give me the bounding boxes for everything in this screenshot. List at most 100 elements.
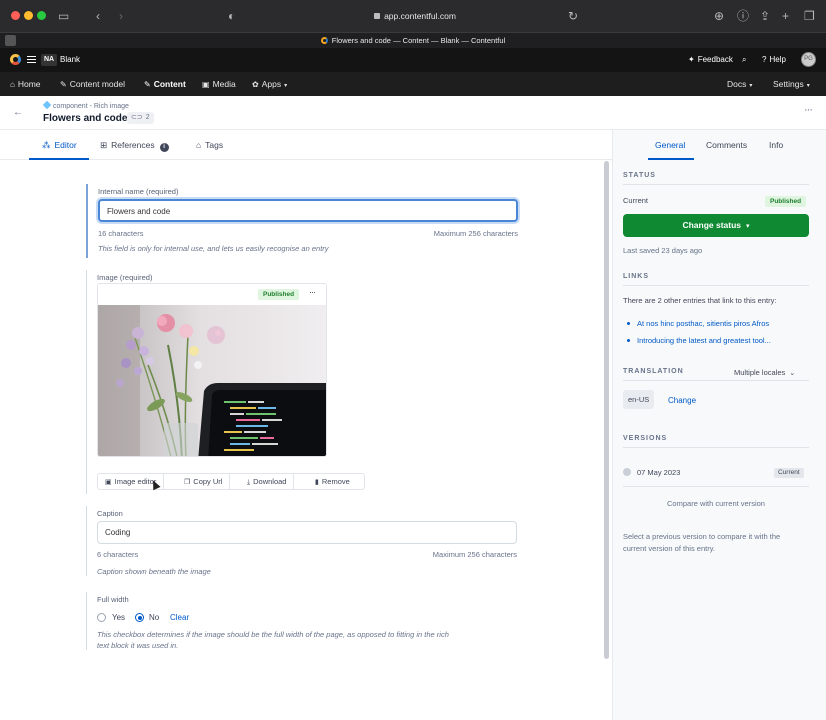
more-options-icon[interactable]: ··· (804, 104, 813, 116)
contentful-favicon-icon (320, 37, 328, 44)
minimize-window-button[interactable] (24, 11, 33, 20)
avatar[interactable]: PG (801, 52, 816, 67)
back-nav-icon[interactable]: ‹ (96, 8, 100, 24)
nav-apps[interactable]: ✿ Apps ▾ (252, 78, 287, 92)
reference-count-badge[interactable]: ⊂⊃ 2 (127, 112, 154, 124)
radio-yes[interactable] (97, 613, 106, 622)
shield-icon[interactable]: ◐ (228, 8, 235, 24)
current-label: Current (623, 196, 649, 205)
download-button[interactable]: ⤓ Download (240, 474, 295, 489)
download-icon: ⤓ (247, 479, 251, 486)
image-icon: ▣ (105, 479, 112, 486)
trash-icon: ▮ (315, 479, 319, 486)
nav-content-label: Content (153, 79, 186, 89)
radio-yes-label[interactable]: Yes (112, 613, 125, 622)
menu-icon[interactable] (27, 56, 36, 63)
back-arrow-icon[interactable]: ← (13, 107, 23, 118)
caption-input[interactable]: Coding (97, 521, 517, 544)
nav-docs-label: Docs (727, 79, 747, 89)
feedback-label: Feedback (697, 55, 733, 64)
tab-general[interactable]: General (655, 140, 685, 151)
info-icon[interactable]: ⓘ (737, 8, 749, 24)
download-icon[interactable]: ⊕ (714, 8, 724, 24)
nav-settings-label: Settings (773, 79, 804, 89)
list-bullet (627, 322, 630, 325)
app-top-bar: NA Blank ✦ Feedback ⌕ ? Help PG (0, 48, 826, 72)
change-locale-link[interactable]: Change (668, 396, 696, 405)
caption-field: Caption Coding 6 characters Maximum 256 … (86, 506, 526, 576)
nav-content-model[interactable]: ✎ Content model (60, 78, 125, 91)
reload-icon[interactable]: ↻ (568, 8, 578, 24)
compare-version-button[interactable]: Compare with current version (623, 494, 809, 514)
copy-url-button[interactable]: ❐ Copy Url (177, 474, 231, 489)
space-badge[interactable]: NA (41, 54, 58, 66)
nav-settings[interactable]: Settings ▾ (773, 78, 810, 92)
nav-content[interactable]: ✎ Content (144, 78, 186, 91)
environment-name[interactable]: Blank (60, 54, 80, 66)
close-window-button[interactable] (11, 11, 20, 20)
forward-nav-icon[interactable]: › (119, 8, 123, 24)
radio-no-label[interactable]: No (149, 613, 159, 622)
tab-references[interactable]: ⊞ References i (100, 140, 169, 152)
search-icon[interactable]: ⌕ (742, 54, 746, 66)
browser-tab[interactable]: Flowers and code — Content — Blank — Con… (0, 35, 826, 47)
links-heading: LINKS (623, 273, 649, 280)
feedback-button[interactable]: ✦ Feedback (688, 54, 733, 66)
address-bar[interactable]: app.contentful.com (370, 9, 460, 23)
tab-tags-label: Tags (205, 140, 224, 150)
editor-scrollbar[interactable] (604, 161, 609, 659)
content-type-label: component - Rich image (42, 100, 129, 110)
clear-link[interactable]: Clear (170, 613, 189, 622)
tab-tags[interactable]: ⌂ Tags (196, 140, 223, 151)
divider (623, 184, 809, 185)
version-radio[interactable] (623, 468, 631, 476)
browser-tab-strip: Flowers and code — Content — Blank — Con… (0, 32, 826, 48)
char-count-row: 16 characters Maximum 256 characters (98, 229, 518, 238)
image-field: Image (required) Published ··· ▣ Image e… (86, 270, 526, 494)
tag-icon: ⌂ (196, 140, 202, 150)
sidebar-tab-bar: General Comments Info (613, 130, 826, 160)
nav-media[interactable]: ▣ Media (202, 78, 236, 91)
locale-mode-label: Multiple locales (734, 368, 786, 377)
contentful-logo-icon[interactable] (10, 54, 21, 65)
more-options-icon[interactable]: ··· (309, 287, 316, 297)
nav-content-model-label: Content model (69, 79, 125, 89)
tab-overview-icon[interactable]: ❐ (804, 8, 815, 24)
tab-comments[interactable]: Comments (706, 140, 747, 151)
versions-heading: VERSIONS (623, 435, 668, 442)
tab-editor[interactable]: ⁂ Editor (42, 140, 77, 151)
help-button[interactable]: ? Help (762, 54, 786, 66)
nav-apps-label: Apps (261, 79, 282, 89)
remove-button[interactable]: ▮ Remove (308, 474, 357, 489)
asset-card[interactable]: Published ··· (97, 283, 327, 457)
new-tab-icon[interactable]: + (782, 8, 789, 24)
version-date: 07 May 2023 (637, 468, 681, 477)
locale-mode-dropdown[interactable]: Multiple locales ⌄ (734, 368, 795, 377)
locale-tag: en-US (623, 390, 655, 409)
share-icon[interactable]: ⇪ (760, 8, 770, 24)
sidebar-toggle-icon[interactable]: ▭ (58, 8, 69, 24)
tab-info[interactable]: Info (769, 140, 783, 151)
radio-no[interactable] (135, 613, 144, 622)
field-help-text: This checkbox determines if the image sh… (97, 630, 449, 639)
editor-icon: ⁂ (42, 140, 51, 150)
flowers-and-laptop-image (98, 305, 326, 456)
main-nav: ⌂ Home ✎ Content model ✎ Content ▣ Media ✿ Ap… (0, 72, 826, 96)
linked-entry-link[interactable]: Introducing the latest and greatest tool… (637, 336, 771, 345)
change-status-button[interactable]: Change status ▾ (623, 214, 809, 237)
field-help-text-2: text block it was used in. (97, 641, 179, 650)
maximize-window-button[interactable] (37, 11, 46, 20)
internal-name-input[interactable]: Flowers and code (98, 199, 518, 222)
nav-docs[interactable]: Docs ▾ (727, 78, 752, 92)
full-width-field: Full width Yes No Clear This checkbox de… (86, 592, 526, 650)
info-icon: i (159, 143, 169, 152)
current-version-badge: Current (774, 468, 804, 478)
asset-thumbnail[interactable] (98, 305, 326, 456)
nav-home[interactable]: ⌂ Home (10, 78, 41, 91)
browser-toolbar: ▭ ‹ › ◐ app.contentful.com ↻ ⊕ ⓘ ⇪ + ❐ (0, 0, 826, 32)
linked-entry-link[interactable]: At nos hinc posthac, sitientis piros Afr… (637, 319, 769, 328)
status-badge: Published (258, 289, 300, 300)
tab-references-label: References (111, 140, 155, 150)
page-title: Flowers and code (43, 113, 128, 124)
feedback-icon: ✦ (688, 55, 695, 64)
